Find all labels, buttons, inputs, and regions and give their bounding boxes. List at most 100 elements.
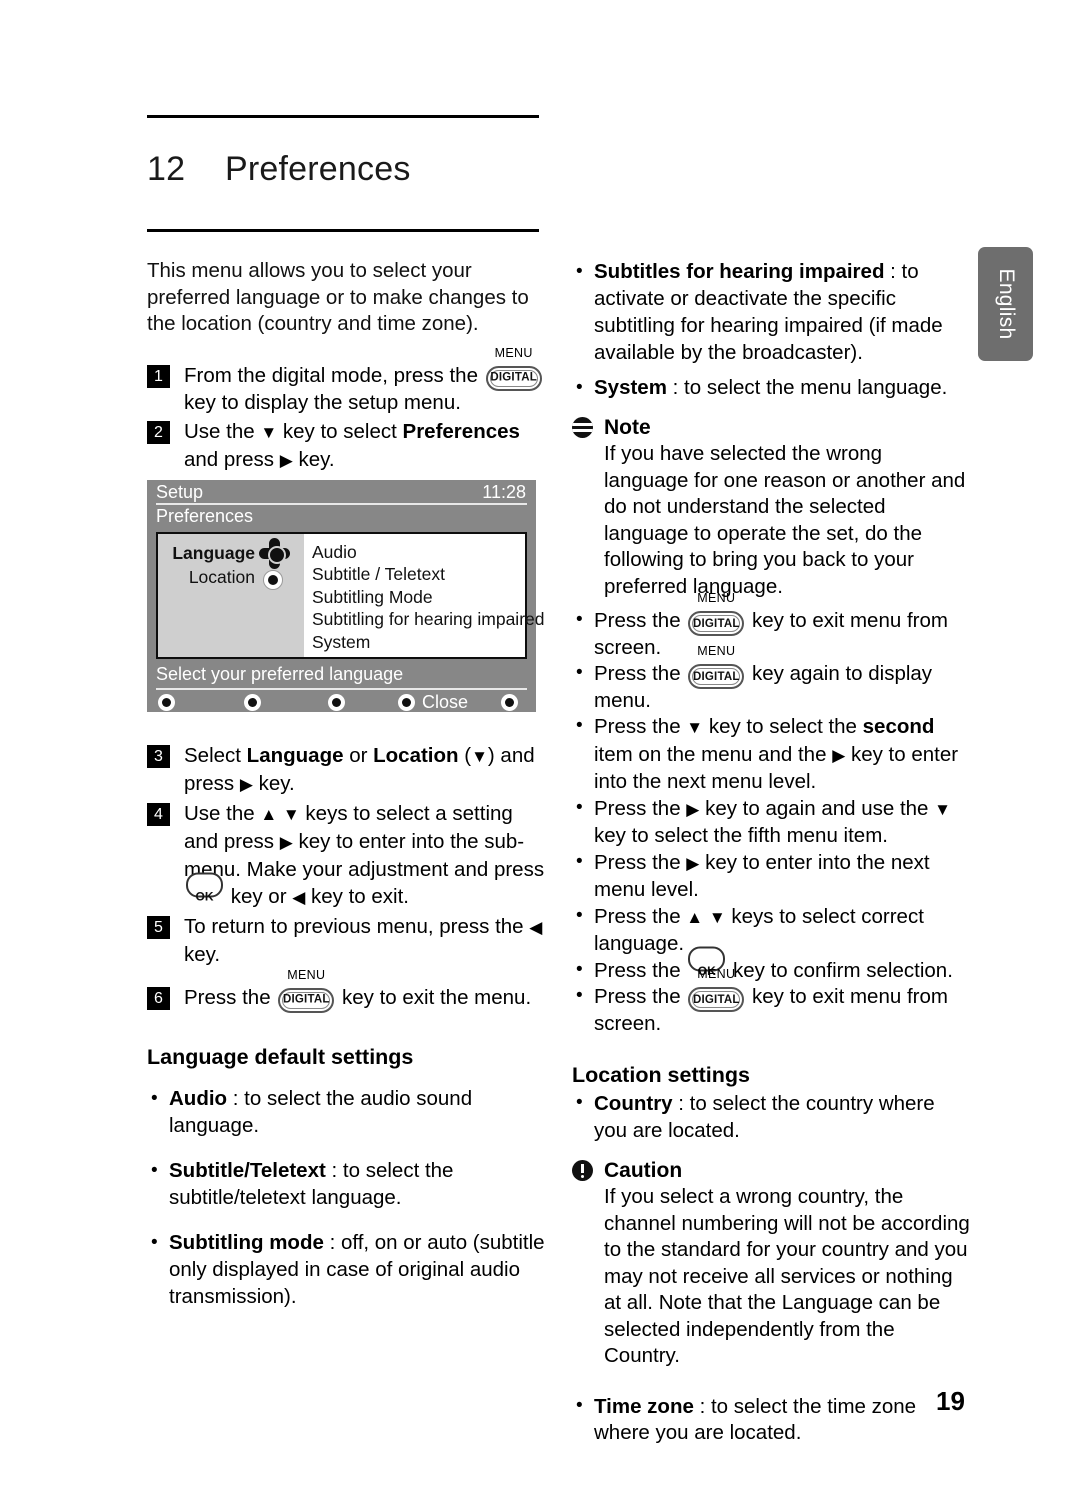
note-bullet-2: Press the MENUDIGITAL key again to displ… <box>572 645 972 714</box>
bullet-dot-icon <box>263 569 283 590</box>
bullet-bold-word: second <box>862 715 935 738</box>
digital-key-label: DIGITAL <box>693 617 740 630</box>
note-block: Note If you have selected the wrong lang… <box>572 415 972 600</box>
note-heading: Note <box>604 416 651 439</box>
chapter-title: Preferences <box>225 150 411 188</box>
ok-key-icon[interactable]: OK <box>186 872 223 910</box>
note-bullet-3: Press the ▼ key to select the second ite… <box>572 713 972 796</box>
tv-menu-item-language[interactable]: Language <box>172 543 255 564</box>
step-marker: 3 <box>147 744 170 768</box>
digital-key-label: DIGITAL <box>693 670 740 683</box>
step-5: 5 To return to previous menu, press the … <box>147 913 547 968</box>
language-side-tab: English <box>978 247 1033 361</box>
tv-menu-dot-close[interactable] <box>398 693 415 711</box>
digital-key-label: DIGITAL <box>693 993 740 1006</box>
header-rule-bottom <box>147 229 539 232</box>
header-rule-top <box>147 115 539 118</box>
step-text-after: key to exit the menu. <box>336 985 532 1009</box>
tv-setup-menu-graphic: Setup 11:28 Preferences Language Locatio… <box>147 479 545 712</box>
page-number: 19 <box>936 1386 965 1416</box>
desc-system: : to select the menu language. <box>666 376 948 399</box>
step-text: Use the ▼ key to select Preferences and … <box>184 419 520 471</box>
chapter-number: 12 <box>147 150 186 188</box>
term-subtitling-mode: Subtitling mode <box>169 1230 324 1254</box>
step-text: Select Language or Location (▼) and pres… <box>184 743 535 795</box>
language-default-subtitle-teletext: Subtitle/Teletext : to select the subtit… <box>147 1157 547 1211</box>
tv-menu-dot[interactable] <box>158 693 175 711</box>
tv-menu-dot[interactable] <box>244 693 261 711</box>
term-system: System <box>594 376 667 399</box>
step-text-before: From the digital mode, press the <box>184 363 484 387</box>
caution-heading: Caution <box>604 1159 683 1182</box>
tv-menu-right-list: Audio Subtitle / Teletext Subtitling Mod… <box>304 534 545 657</box>
right-column: Subtitles for hearing impaired : to acti… <box>572 258 972 1447</box>
note-bullet-6: Press the ▲ ▼ keys to select correct lan… <box>572 903 972 958</box>
digital-menu-key-icon[interactable]: MENU DIGITAL <box>688 645 745 689</box>
digital-key-label: DIGITAL <box>283 993 330 1006</box>
digital-key-label: DIGITAL <box>490 371 537 384</box>
tv-menu-clock: 11:28 <box>482 481 526 502</box>
note-icon <box>572 417 593 438</box>
language-side-tab-label: English <box>994 268 1018 340</box>
menu-key-label: MENU <box>697 591 736 605</box>
step-text: Use the ▲ ▼ keys to select a setting and… <box>184 802 544 908</box>
note-bullet-5: Press the ▶ key to enter into the next m… <box>572 849 972 904</box>
intro-paragraph: This menu allows you to select your pref… <box>147 259 529 335</box>
tv-submenu-item[interactable]: Audio <box>312 541 545 564</box>
caution-block: Caution If you select a wrong country, t… <box>572 1158 972 1370</box>
ok-key-label: OK <box>195 889 214 904</box>
term-audio: Audio <box>169 1086 228 1110</box>
caution-body: If you select a wrong country, the chann… <box>604 1185 970 1367</box>
tv-submenu-item[interactable]: Subtitling Mode <box>312 586 545 609</box>
bullet-text-before: Press the <box>594 609 687 632</box>
item-country: Country : to select the country where yo… <box>572 1090 972 1144</box>
navigation-pad-icon <box>258 537 291 569</box>
digital-menu-key-icon[interactable]: MENU DIGITAL <box>278 968 335 1013</box>
tv-submenu-item[interactable]: Subtitle / Teletext <box>312 563 545 586</box>
tv-menu-title: Setup <box>156 481 204 502</box>
step-marker: 6 <box>147 986 170 1010</box>
step-marker: 1 <box>147 364 170 388</box>
language-default-subtitling-mode: Subtitling mode : off, on or auto (subti… <box>147 1229 547 1310</box>
bullet-text-before: Press the <box>594 985 687 1008</box>
step-marker: 4 <box>147 802 170 826</box>
step-text-after: key to display the setup menu. <box>184 390 461 414</box>
tv-menu-panel: Language Location Audio Subtitle / Telet… <box>156 531 545 659</box>
menu-key-label: MENU <box>697 644 736 658</box>
digital-menu-key-icon[interactable]: MENU DIGITAL <box>688 592 745 636</box>
note-heading-row: Note <box>572 415 972 441</box>
menu-key-label: MENU <box>697 967 736 981</box>
note-bullet-4: Press the ▶ key to again and use the ▼ k… <box>572 795 972 850</box>
tv-submenu-item[interactable]: Subtitling for hearing impaired <box>312 608 545 631</box>
tv-menu-subtitle: Preferences <box>156 505 254 526</box>
item-subtitles-hearing-impaired: Subtitles for hearing impaired : to acti… <box>572 258 972 366</box>
step-bold-term: Preferences <box>402 419 520 443</box>
bullet-text-before: Press the <box>594 662 687 685</box>
item-system: System : to select the menu language. <box>572 374 972 401</box>
tv-menu-dot[interactable] <box>328 693 345 711</box>
manual-page: 12 Preferences This menu allows you to se… <box>0 0 1080 1492</box>
menu-key-label: MENU <box>494 345 533 360</box>
tv-menu-titlebar: Setup 11:28 <box>147 480 536 505</box>
term-subtitle-teletext: Subtitle/Teletext <box>169 1158 326 1182</box>
step-6: 6 Press the MENU DIGITAL key to exit the … <box>147 968 547 1013</box>
step-1: 1 From the digital mode, press the MENU D… <box>147 346 547 416</box>
term-country: Country <box>594 1092 673 1115</box>
tv-submenu-item[interactable]: System <box>312 631 545 654</box>
digital-menu-key-icon[interactable]: MENU DIGITAL <box>485 346 542 391</box>
tv-menu-item-location[interactable]: Location <box>189 567 255 588</box>
tv-menu-hint-rule <box>156 687 527 690</box>
tv-menu-dot[interactable] <box>501 693 518 711</box>
step-text-before: Press the <box>184 985 277 1009</box>
term-time-zone: Time zone <box>594 1394 694 1418</box>
caution-icon <box>572 1160 593 1181</box>
note-bullet-1: Press the MENUDIGITAL key to exit menu f… <box>572 592 972 661</box>
note-body: If you have selected the wrong language … <box>604 442 966 598</box>
digital-menu-key-icon[interactable]: MENU DIGITAL <box>688 968 745 1012</box>
item-time-zone: Time zone : to select the time zone wher… <box>572 1393 972 1447</box>
step-3: 3 Select Language or Location (▼) and pr… <box>147 742 547 798</box>
caution-heading-row: Caution <box>572 1158 972 1184</box>
step-4: 4 Use the ▲ ▼ keys to select a setting a… <box>147 800 547 911</box>
location-settings-heading: Location settings <box>572 1063 750 1087</box>
language-defaults-heading: Language default settings <box>147 1044 414 1069</box>
